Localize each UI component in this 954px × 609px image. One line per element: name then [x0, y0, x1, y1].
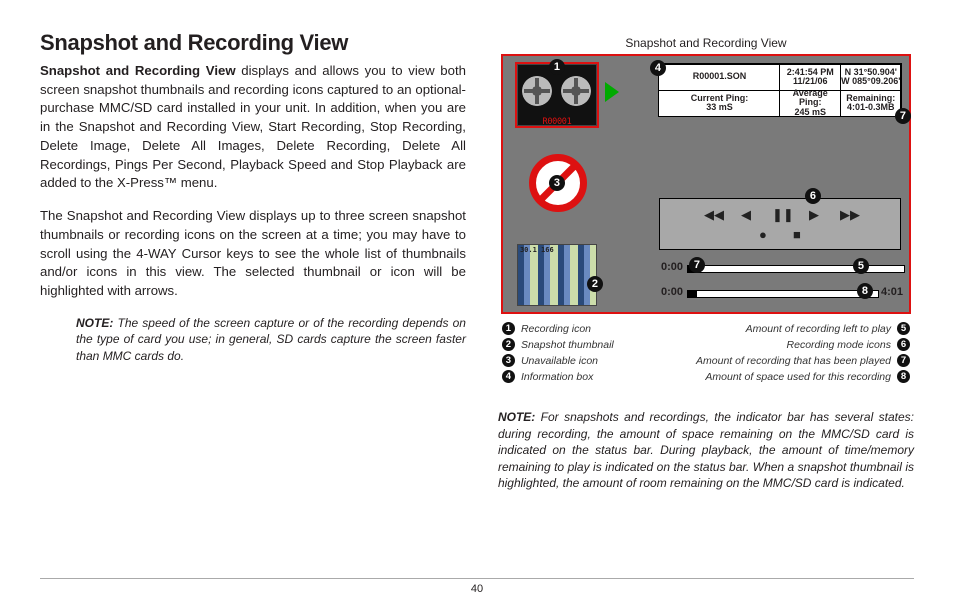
figure-screenshot: R00001 30.1 166 R00001.SON 2:41:54 PM: [501, 54, 911, 314]
callout-8: 8: [857, 283, 873, 299]
legend-item-6: 6Recording mode icons: [696, 338, 910, 351]
progress-bottom-right: 4:01: [881, 286, 903, 298]
figure-legend: 1Recording icon 2Snapshot thumbnail 3Una…: [502, 322, 910, 383]
snapshot-overlay-text: 30.1 166: [520, 247, 554, 254]
info-box: R00001.SON 2:41:54 PM 11/21/06 N 31°50.9…: [659, 64, 901, 116]
callout-2: 2: [587, 276, 603, 292]
callout-7: 7: [689, 257, 705, 273]
progress-top-left: 0:00: [661, 261, 683, 273]
progress-bottom-left: 0:00: [661, 286, 683, 298]
info-average-ping: Average Ping: 245 mS: [779, 90, 841, 117]
note-2: NOTE: For snapshots and recordings, the …: [498, 409, 914, 492]
info-remaining: Remaining: 4:01-0.3MB: [840, 90, 902, 117]
average-ping-label: Average Ping:: [780, 89, 840, 108]
record-icon: ●: [755, 227, 771, 242]
page-number: 40: [471, 583, 483, 595]
current-ping-value: 33 mS: [706, 103, 733, 112]
note-2-text: For snapshots and recordings, the indica…: [498, 410, 914, 490]
figure-caption: Snapshot and Recording View: [498, 36, 914, 50]
info-lat-lon: N 31°50.904' W 085°09.206': [840, 64, 902, 91]
reel-disc-left-icon: [522, 76, 552, 106]
callout-4: 4: [650, 60, 666, 76]
note-2-label: NOTE:: [498, 410, 535, 424]
figure-inner: R00001 30.1 166 R00001.SON 2:41:54 PM: [505, 58, 907, 310]
legend-item-3: 3Unavailable icon: [502, 354, 614, 367]
legend-item-1: 1Recording icon: [502, 322, 614, 335]
forward-fast-icon: ▶▶: [840, 207, 856, 223]
snapshot-thumbnail: 30.1 166: [517, 244, 597, 306]
legend-item-4: 4Information box: [502, 370, 614, 383]
transport-panel: ◀◀ ◀ ❚❚ ▶ ▶▶ ● ■: [659, 198, 901, 250]
callout-1: 1: [549, 59, 565, 75]
right-column: Snapshot and Recording View R00001: [498, 30, 914, 504]
rewind-fast-icon: ◀◀: [704, 207, 720, 223]
legend-item-7: 7Amount of recording that has been playe…: [696, 354, 910, 367]
left-column: Snapshot and Recording View Snapshot and…: [40, 30, 466, 504]
rewind-icon: ◀: [738, 207, 754, 223]
selection-arrow-icon: [605, 82, 619, 102]
page-footer: 40: [40, 578, 914, 595]
progress-bar-bottom-fill: [688, 291, 698, 297]
remaining-value: 4:01-0.3MB: [847, 103, 895, 112]
paragraph-1: Snapshot and Recording View displays and…: [40, 62, 466, 193]
paragraph-2: The Snapshot and Recording View displays…: [40, 207, 466, 301]
stop-icon: ■: [789, 227, 805, 242]
info-time-date: 2:41:54 PM 11/21/06: [779, 64, 841, 91]
paragraph-1-rest: displays and allows you to view both scr…: [40, 63, 466, 190]
document-page: Snapshot and Recording View Snapshot and…: [0, 0, 954, 609]
callout-6: 6: [805, 188, 821, 204]
snapshot-sonar-icon: [518, 245, 596, 305]
info-filename: R00001.SON: [658, 64, 780, 91]
callout-7b: 7: [895, 108, 911, 124]
legend-left: 1Recording icon 2Snapshot thumbnail 3Una…: [502, 322, 614, 383]
progress-bar-bottom: [687, 290, 879, 298]
forward-icon: ▶: [806, 207, 822, 223]
info-date: 11/21/06: [793, 77, 828, 86]
transport-row-1: ◀◀ ◀ ❚❚ ▶ ▶▶: [704, 207, 856, 223]
legend-item-8: 8Amount of space used for this recording: [696, 370, 910, 383]
note-1-text: The speed of the screen capture or of th…: [76, 316, 466, 363]
legend-item-2: 2Snapshot thumbnail: [502, 338, 614, 351]
average-ping-value: 245 mS: [794, 108, 826, 117]
callout-3: 3: [549, 175, 565, 191]
callout-5: 5: [853, 258, 869, 274]
progress-bar-top: [687, 265, 905, 273]
info-current-ping: Current Ping: 33 mS: [658, 90, 780, 117]
note-1: NOTE: The speed of the screen capture or…: [40, 315, 466, 365]
info-lon: W 085°09.206': [841, 77, 900, 86]
paragraph-1-lead: Snapshot and Recording View: [40, 63, 236, 78]
legend-item-5: 5Amount of recording left to play: [696, 322, 910, 335]
legend-right: 5Amount of recording left to play 6Recor…: [696, 322, 910, 383]
reel-disc-right-icon: [561, 76, 591, 106]
page-title: Snapshot and Recording View: [40, 30, 466, 56]
transport-row-2: ● ■: [755, 227, 805, 242]
note-1-label: NOTE:: [76, 316, 113, 330]
pause-icon: ❚❚: [772, 207, 788, 223]
recording-thumbnail-label: R00001: [518, 117, 596, 127]
